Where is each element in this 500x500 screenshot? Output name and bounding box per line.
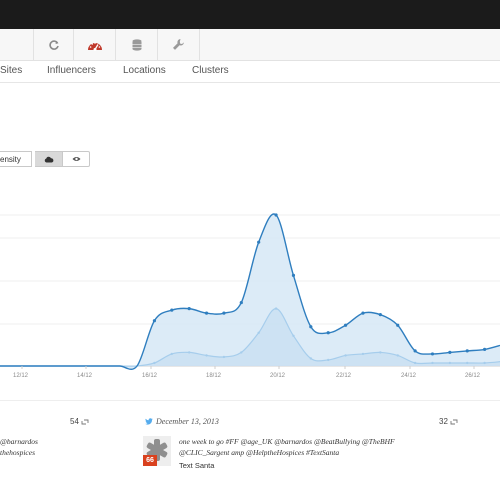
series-secondary-point <box>153 361 156 365</box>
eye-toggle[interactable] <box>63 151 90 167</box>
series-main-point <box>448 350 452 355</box>
app-top-bar <box>0 0 500 29</box>
database-button[interactable] <box>116 29 158 60</box>
avatar-count-badge: 66 <box>143 455 157 466</box>
series-secondary-point <box>431 361 434 365</box>
left-tweet-line-2: thehospices <box>0 448 35 457</box>
x-tick-label: 24/12 <box>401 373 417 379</box>
x-tick-label: 12/12 <box>13 373 29 379</box>
series-main-point <box>309 325 313 329</box>
series-main-point <box>396 323 400 327</box>
series-secondary-point <box>344 354 347 357</box>
tab-locations[interactable]: Locations <box>123 65 166 76</box>
tab-clusters[interactable]: Clusters <box>192 65 229 76</box>
twitter-icon <box>145 418 153 425</box>
settings-button[interactable] <box>158 29 200 60</box>
view-toggle-group: ensity <box>0 151 90 167</box>
retweet-icon <box>81 419 89 424</box>
x-tick-label: 20/12 <box>270 373 286 379</box>
right-count-value: 32 <box>439 417 448 426</box>
cloud-toggle[interactable] <box>35 151 63 167</box>
toolbar-row <box>0 29 500 61</box>
series-main-point <box>430 352 435 356</box>
left-tweet-line-1: @barnardos <box>0 437 38 446</box>
series-main-point <box>187 307 191 311</box>
feed-separator <box>0 400 500 401</box>
series-secondary-point <box>483 361 486 365</box>
series-main-point <box>326 331 330 335</box>
wrench-icon <box>173 39 184 50</box>
eye-icon <box>72 157 80 161</box>
x-tick-label: 18/12 <box>206 373 222 379</box>
right-tweet-author[interactable]: Text Santa <box>179 461 214 470</box>
series-main-point <box>413 349 417 353</box>
series-secondary-point <box>309 357 313 360</box>
tab-bar: Sites Influencers Locations Clusters <box>0 61 500 83</box>
density-label: ensity <box>0 154 21 164</box>
right-tweet-retweet-count: 32 <box>439 417 458 426</box>
x-axis-ticks: 12/12 14/12 16/12 18/12 20/12 22/12 24/12 26/12 <box>13 366 481 379</box>
series-secondary-point <box>292 334 295 337</box>
series-secondary-point <box>240 351 243 354</box>
dashboard-button[interactable] <box>74 29 116 60</box>
retweet-icon <box>450 419 458 424</box>
refresh-button[interactable] <box>34 29 74 60</box>
series-secondary-point <box>257 331 260 334</box>
database-icon <box>132 38 141 51</box>
series-main-point <box>465 349 469 353</box>
cloud-icon <box>44 156 53 162</box>
x-tick-label: 14/12 <box>77 373 93 379</box>
series-main-point <box>204 311 209 315</box>
series-main-point <box>257 240 261 244</box>
series-secondary-point <box>205 354 208 357</box>
series-secondary-point <box>448 361 452 365</box>
density-toggle[interactable]: ensity <box>0 151 32 167</box>
series-main-point <box>378 313 382 317</box>
x-tick-label: 26/12 <box>465 373 481 379</box>
dashboard-gauge-icon <box>87 41 102 51</box>
series-main-point <box>170 308 174 312</box>
series-secondary-point <box>274 307 278 310</box>
series-main-point <box>361 311 365 315</box>
right-tweet-line-1: one week to go #FF @age_UK @barnardos @B… <box>179 437 395 446</box>
toolbar-left-button[interactable] <box>0 29 34 60</box>
right-tweet-date: December 13, 2013 <box>145 417 219 426</box>
x-tick-label: 22/12 <box>336 373 352 379</box>
series-secondary-point <box>187 351 191 354</box>
series-secondary-point <box>361 352 365 356</box>
series-secondary-point <box>466 361 469 365</box>
tab-sites[interactable]: Sites <box>0 65 22 76</box>
series-main-point <box>239 300 243 305</box>
left-count-value: 54 <box>70 417 79 426</box>
activity-area-chart: 12/12 14/12 16/12 18/12 20/12 22/12 24/12 26/12 <box>0 213 500 379</box>
series-main-point <box>483 347 487 351</box>
refresh-icon <box>48 39 59 50</box>
series-main-point <box>274 213 278 217</box>
x-tick-label: 16/12 <box>142 373 158 379</box>
series-secondary-point <box>379 351 382 354</box>
right-tweet-date-text: December 13, 2013 <box>156 417 219 426</box>
tab-influencers[interactable]: Influencers <box>47 65 96 76</box>
series-secondary-point <box>222 355 226 359</box>
series-main-point <box>152 319 157 323</box>
series-main-point <box>222 311 226 315</box>
series-secondary-point <box>327 358 330 362</box>
series-secondary-point <box>413 361 417 365</box>
left-tweet-retweet-count: 54 <box>70 417 89 426</box>
series-secondary-point <box>170 352 173 356</box>
right-tweet-line-2: @CLIC_Sargent amp @HelptheHospices #Text… <box>179 448 340 457</box>
series-main-point <box>343 323 348 327</box>
series-main-point <box>291 273 296 277</box>
series-secondary-point <box>396 354 399 357</box>
